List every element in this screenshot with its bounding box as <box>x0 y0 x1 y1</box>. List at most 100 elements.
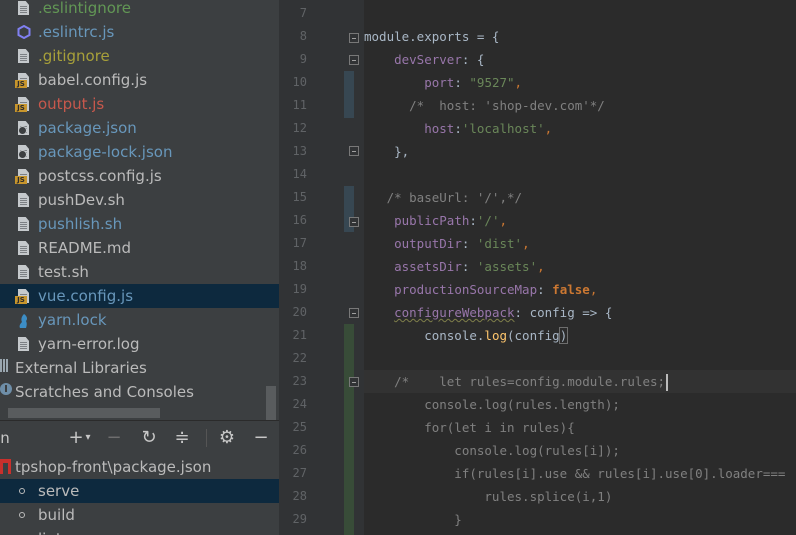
tree-item-pushlish-sh[interactable]: pushlish.sh <box>0 212 279 236</box>
tree-item-label: pushlish.sh <box>38 215 123 233</box>
hide-panel-icon[interactable]: − <box>251 427 271 449</box>
tree-item-yarn-lock[interactable]: yarn.lock <box>0 308 279 332</box>
line-number: 27 <box>292 466 307 480</box>
tree-item-label: Scratches and Consoles <box>15 383 194 401</box>
code-token: 'assets' <box>476 259 538 274</box>
tree-item-label: yarn-error.log <box>38 335 140 353</box>
fold-toggle-icon[interactable] <box>349 146 359 156</box>
code-line: assetsDir: 'assets', <box>364 255 545 278</box>
tree-item-postcss-config-js[interactable]: JS postcss.config.js <box>0 164 279 188</box>
tree-item-label: README.md <box>38 239 132 257</box>
add-icon[interactable]: + <box>68 427 84 449</box>
fold-toggle-icon[interactable] <box>349 217 359 227</box>
code-token: : <box>461 259 477 274</box>
npm-title-fragment: n <box>0 429 10 447</box>
reload-icon[interactable]: ↻ <box>140 427 158 449</box>
line-number: 26 <box>292 443 307 457</box>
code-token: if(rules[i].use && rules[i].use[0].loade… <box>364 466 786 481</box>
tree-item-label: output.js <box>38 95 105 113</box>
tree-item-gitignore[interactable]: .gitignore <box>0 44 279 68</box>
code-line: module.exports = { <box>364 25 499 48</box>
code-line: console.log(config) <box>364 324 569 347</box>
code-token: log <box>484 328 507 343</box>
code-line: if(rules[i].use && rules[i].use[0].loade… <box>364 462 785 485</box>
project-tree: .eslintignore .eslintrc.js .gitignore JS bab… <box>0 0 279 420</box>
line-number: 7 <box>299 6 307 20</box>
file-icon <box>16 0 32 16</box>
code-token: /* let rules=config.module.rules; <box>394 374 666 389</box>
fold-toggle-icon[interactable] <box>349 55 359 65</box>
code-editor[interactable]: module.exports = { devServer: { port: "9… <box>364 0 796 535</box>
tree-item-eslintignore[interactable]: .eslintignore <box>0 0 279 20</box>
js-file-icon: JS <box>15 72 32 88</box>
npm-toolbar: n + ▾ − ↻ ≑ ⚙ − <box>0 421 279 455</box>
fold-toggle-icon[interactable] <box>349 308 359 318</box>
fold-toggle-icon[interactable] <box>349 377 359 387</box>
code-line: devServer: { <box>364 48 484 71</box>
tree-item-pushdev-sh[interactable]: pushDev.sh <box>0 188 279 212</box>
npm-package-node[interactable]: tpshop-front\package.json <box>0 455 279 479</box>
code-token: , <box>522 236 530 251</box>
tree-item-eslintrc-js[interactable]: .eslintrc.js <box>0 20 279 44</box>
tree-item-vue-config-js[interactable]: JS vue.config.js <box>0 284 279 308</box>
code-token: for(let i in rules){ <box>364 420 575 435</box>
project-tree-horizontal-scrollbar[interactable] <box>8 408 160 418</box>
chevron-down-icon[interactable]: ▾ <box>83 427 93 449</box>
code-line: host:'localhost', <box>364 117 552 140</box>
js-file-icon: JS <box>15 288 32 304</box>
json-file-icon <box>16 144 32 160</box>
tree-item-label: External Libraries <box>15 359 147 377</box>
code-line: outputDir: 'dist', <box>364 232 530 255</box>
tree-item-label: vue.config.js <box>38 287 134 305</box>
toolbar-divider <box>206 429 207 447</box>
vcs-modified-marker[interactable] <box>344 71 354 118</box>
code-token: : <box>469 213 477 228</box>
code-token: '/' <box>476 213 500 228</box>
code-token: , <box>514 75 523 90</box>
line-number: 23 <box>292 374 307 388</box>
fold-toggle-icon[interactable] <box>349 33 359 43</box>
npm-package-label: tpshop-front\package.json <box>15 458 212 476</box>
npm-script-serve[interactable]: serve <box>0 479 279 503</box>
code-token: publicPath <box>394 213 470 228</box>
tree-item-package-json[interactable]: package.json <box>0 116 279 140</box>
vcs-added-marker[interactable] <box>344 324 354 535</box>
line-number: 21 <box>292 328 307 342</box>
tree-item-output-js[interactable]: JS output.js <box>0 92 279 116</box>
text-caret <box>666 374 669 391</box>
npm-script-lint[interactable]: lint <box>0 527 279 535</box>
tree-item-external-libraries[interactable]: External Libraries <box>0 356 279 380</box>
code-token: outputDir <box>394 236 462 251</box>
tree-item-label: .gitignore <box>38 47 110 65</box>
code-token: : <box>461 236 477 251</box>
tree-item-label: .eslintignore <box>38 0 131 17</box>
collapse-all-icon[interactable]: ≑ <box>173 427 191 449</box>
tree-item-yarn-error-log[interactable]: yarn-error.log <box>0 332 279 356</box>
code-token: console. <box>364 328 485 343</box>
remove-icon[interactable]: − <box>105 427 123 449</box>
json-file-icon <box>16 120 32 136</box>
tree-item-readme-md[interactable]: README.md <box>0 236 279 260</box>
tree-item-package-lock-json[interactable]: package-lock.json <box>0 140 279 164</box>
code-line: rules.splice(i,1) <box>364 485 612 508</box>
code-line: }, <box>364 140 409 163</box>
code-line: } <box>364 508 462 531</box>
tree-item-babel-config-js[interactable]: JS babel.config.js <box>0 68 279 92</box>
tree-item-scratches-and-consoles[interactable]: Scratches and Consoles <box>0 380 279 404</box>
code-token: }, <box>364 144 410 159</box>
file-icon <box>16 48 32 64</box>
line-number: 12 <box>292 121 307 135</box>
code-token: configureWebpack <box>394 305 515 320</box>
tree-item-label: pushDev.sh <box>38 191 125 209</box>
tree-item-test-sh[interactable]: test.sh <box>0 260 279 284</box>
line-number: 24 <box>292 397 307 411</box>
code-token: , <box>537 259 545 274</box>
code-token: false <box>552 282 590 297</box>
gear-icon[interactable]: ⚙ <box>217 427 237 449</box>
npm-script-build[interactable]: build <box>0 503 279 527</box>
js-file-icon: JS <box>15 96 32 112</box>
project-tree-vertical-scrollbar[interactable] <box>266 386 276 420</box>
